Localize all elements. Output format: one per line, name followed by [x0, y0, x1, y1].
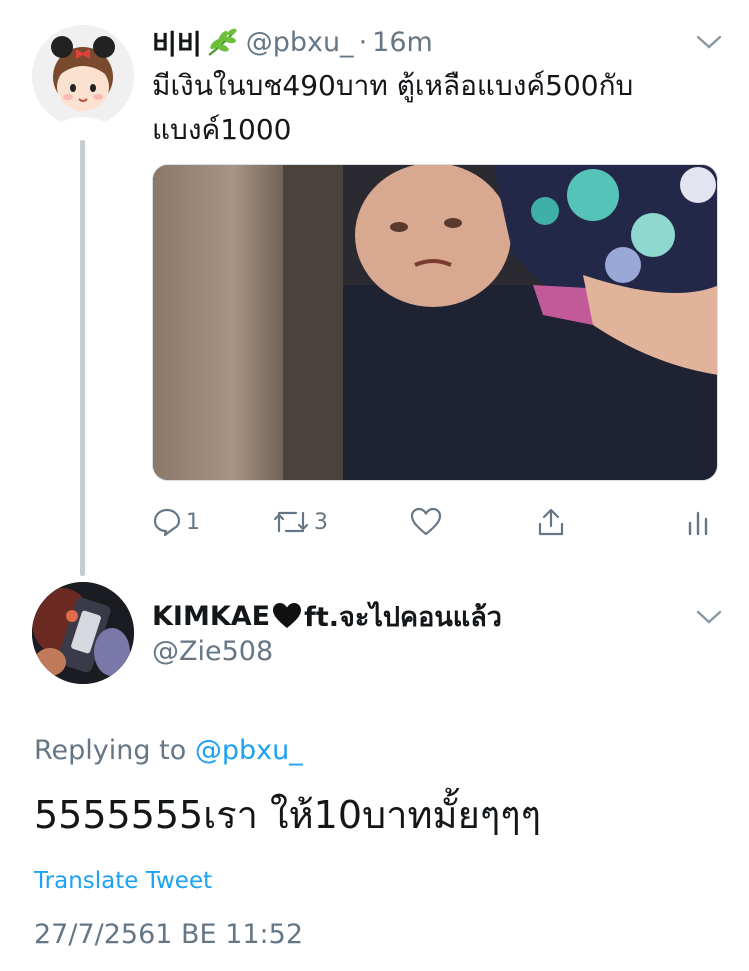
share-button[interactable] [536, 500, 566, 544]
reply-author-name[interactable]: KIMKAE ft.จะไปคอนแล้ว [152, 596, 502, 636]
reply-timestamp: 27/7/2561 BE 11:52 [34, 919, 303, 950]
cartoon-girl-avatar-icon [32, 25, 134, 127]
analytics-button[interactable] [686, 500, 710, 544]
separator-dot: · [358, 26, 368, 58]
reply-author-avatar[interactable] [32, 582, 134, 684]
tweet-media[interactable] [152, 164, 718, 481]
replying-handle-link[interactable]: @pbxu_ [195, 735, 303, 766]
chevron-down-icon[interactable] [696, 609, 722, 625]
retweet-count: 3 [314, 509, 328, 535]
replying-prefix: Replying to [34, 735, 187, 766]
photo-avatar-icon [32, 582, 134, 684]
chevron-down-icon[interactable] [696, 34, 722, 50]
reply-name-suffix: ft.จะไปคอนแล้ว [304, 601, 502, 633]
heart-icon [410, 507, 442, 536]
reply-text: 5555555เรา ให้10บาทมั้ยๆๆๆ [34, 793, 542, 837]
reply-icon [153, 508, 181, 537]
retweet-button[interactable]: 3 [272, 500, 328, 544]
bar-chart-icon [688, 511, 708, 536]
author-handle[interactable]: @pbxu_ [246, 27, 354, 58]
like-button[interactable] [410, 500, 442, 544]
retweet-icon [273, 511, 309, 533]
reply-button[interactable]: 1 [152, 500, 200, 544]
share-icon [538, 508, 564, 536]
tweet-text: มีเงินในบช490บาท ตู้เหลือแบงค์500กับแบงค… [152, 69, 634, 146]
translate-tweet-link[interactable]: Translate Tweet [34, 864, 212, 898]
reply-count: 1 [186, 509, 200, 535]
reply-name-text: KIMKAE [152, 600, 271, 632]
author-name[interactable]: 비비 [152, 23, 202, 62]
tweet-actions: 1 3 [152, 500, 718, 544]
black-heart-icon [272, 602, 302, 630]
herb-icon [206, 27, 240, 57]
tweet-header: 비비 @pbxu_ · 16m [152, 20, 433, 64]
replying-to: Replying to @pbxu_ [34, 732, 303, 770]
crying-child-photo [153, 165, 717, 480]
reply-author-handle[interactable]: @Zie508 [152, 634, 273, 670]
tweet-time[interactable]: 16m [372, 27, 433, 58]
thread-line [80, 140, 85, 576]
author-avatar[interactable] [32, 25, 134, 127]
